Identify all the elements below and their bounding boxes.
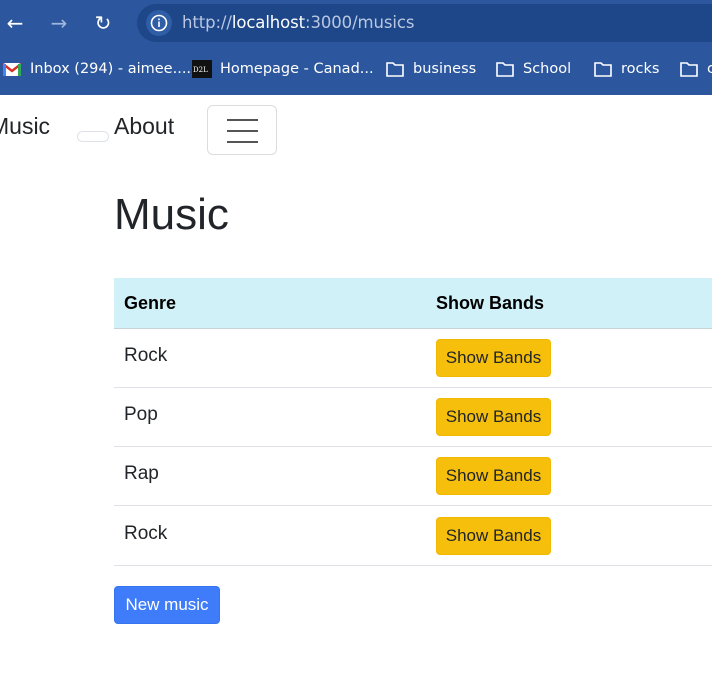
table-row: Pop Show Bands <box>114 388 712 447</box>
genre-cell: Pop <box>124 404 158 425</box>
site-info-icon[interactable] <box>146 10 172 36</box>
bookmarks-bar: Inbox (294) - aimee.... D2L Homepage - C… <box>0 50 712 88</box>
folder-icon <box>594 62 612 77</box>
show-bands-button[interactable]: Show Bands <box>436 517 551 555</box>
show-bands-button[interactable]: Show Bands <box>436 339 551 377</box>
show-bands-button[interactable]: Show Bands <box>436 457 551 495</box>
table-row: Rap Show Bands <box>114 447 712 506</box>
browser-chrome: ← → ↻ http://localhost:3000/musics Inbox… <box>0 0 712 95</box>
genre-cell: Rock <box>124 345 168 366</box>
url-text: http://localhost:3000/musics <box>182 13 415 32</box>
navbar-brand[interactable]: Music <box>0 113 50 140</box>
header-show-bands: Show Bands <box>436 293 545 313</box>
table-row: Rock Show Bands <box>114 507 712 566</box>
folder-icon <box>496 62 514 77</box>
back-arrow-icon[interactable]: ← <box>3 11 27 35</box>
folder-icon <box>680 62 698 77</box>
genre-cell: Rock <box>124 523 168 544</box>
show-bands-button[interactable]: Show Bands <box>436 398 551 436</box>
reload-icon[interactable]: ↻ <box>91 11 115 35</box>
page-title: Music <box>114 190 229 239</box>
nav-toggle-pill[interactable] <box>77 131 109 142</box>
folder-icon <box>386 62 404 77</box>
nav-link-about[interactable]: About <box>114 113 174 140</box>
hamburger-icon[interactable] <box>207 105 277 155</box>
header-genre: Genre <box>124 293 177 313</box>
table-header: Genre Show Bands <box>114 278 712 329</box>
table-row: Rock Show Bands <box>114 329 712 388</box>
bookmark-c[interactable]: c <box>679 59 712 79</box>
forward-arrow-icon[interactable]: → <box>47 11 71 35</box>
genre-cell: Rap <box>124 463 159 484</box>
new-music-button[interactable]: New music <box>114 586 220 624</box>
address-bar[interactable]: http://localhost:3000/musics <box>137 4 712 42</box>
gmail-icon <box>2 63 22 76</box>
browser-toolbar: ← → ↻ http://localhost:3000/musics <box>0 0 712 47</box>
